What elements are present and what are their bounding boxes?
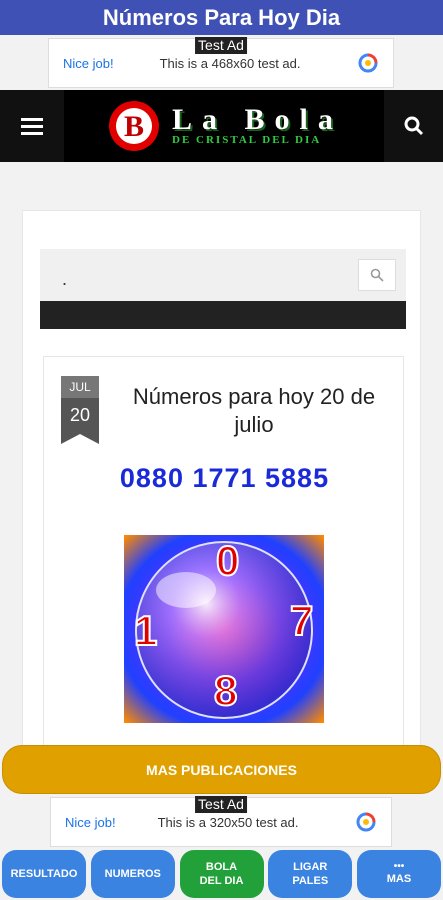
search-icon <box>370 268 384 282</box>
ball-number-1: 1 <box>133 606 158 655</box>
date-badge: JUL 20 <box>61 376 99 444</box>
ribbon-tail-icon <box>61 432 99 444</box>
more-dots-icon: ••• <box>393 861 405 872</box>
nav-resultado-button[interactable]: RESULTADO <box>2 850 86 898</box>
ball-number-0: 0 <box>215 536 240 585</box>
site-header: B La Bola DE CRISTAL DEL DIA <box>0 90 443 162</box>
adchoices-icon[interactable] <box>355 811 377 833</box>
site-logo[interactable]: B La Bola DE CRISTAL DEL DIA <box>64 90 384 162</box>
post-numbers: 0880 1771 5885 <box>119 463 330 493</box>
post-card[interactable]: JUL 20 Números para hoy 20 de julio 0880… <box>43 356 404 751</box>
bottom-banner-ad[interactable]: Test Ad Nice job! This is a 320x50 test … <box>50 796 392 847</box>
menu-button[interactable] <box>0 90 64 162</box>
content-card: . JUL 20 Números para hoy 20 de julio 08… <box>22 210 421 751</box>
nav-ligar-label-2: PALES <box>292 875 329 887</box>
ad-text: This is a 468x60 test ad. <box>159 55 301 71</box>
search-submit-button[interactable] <box>358 259 396 291</box>
nav-bola-label-1: BOLA <box>205 861 238 873</box>
ball-number-2: 7 <box>289 596 314 645</box>
app-title: Números Para Hoy Dia <box>102 4 341 30</box>
ball-number-3: 8 <box>213 666 238 715</box>
nav-mas-label: MAS <box>386 873 412 885</box>
ad-nice-text: Nice job! <box>63 55 114 71</box>
header-search-button[interactable] <box>384 90 443 162</box>
search-panel: . <box>40 249 406 301</box>
ad-text: This is a 320x50 test ad. <box>157 814 299 830</box>
nav-resultado-label: RESULTADO <box>10 868 78 880</box>
ad-tag: Test Ad <box>195 37 247 54</box>
logo-main-text: La Bola <box>172 103 343 136</box>
nav-ligar-label-1: LIGAR <box>293 861 328 873</box>
top-banner-ad[interactable]: Test Ad Nice job! This is a 468x60 test … <box>48 37 394 88</box>
nav-bola-label-2: DEL DIA <box>199 875 244 887</box>
adchoices-icon[interactable] <box>357 52 379 74</box>
ad-tag: Test Ad <box>195 796 247 813</box>
search-field[interactable]: . <box>62 269 67 290</box>
mas-publicaciones-button[interactable]: MAS PUBLICACIONES <box>2 745 441 794</box>
app-title-bar: Números Para Hoy Dia <box>0 0 443 35</box>
nav-numeros-button[interactable]: NUMEROS <box>90 850 175 898</box>
nav-numeros-label: NUMEROS <box>104 868 161 880</box>
nav-bola-del-dia-button[interactable]: BOLA DEL DIA <box>179 850 264 898</box>
nav-mas-button[interactable]: ••• MAS <box>357 850 441 898</box>
bottom-navigation: RESULTADO NUMEROS BOLA DEL DIA LIGAR PAL… <box>0 850 443 900</box>
search-icon <box>404 116 423 136</box>
post-title[interactable]: Números para hoy 20 de julio <box>114 383 394 439</box>
nav-ligar-pales-button[interactable]: LIGAR PALES <box>268 850 353 898</box>
hamburger-icon <box>21 118 43 135</box>
nav-strip <box>40 301 406 329</box>
date-day: 20 <box>61 398 99 432</box>
ad-nice-text: Nice job! <box>65 814 116 830</box>
logo-sub-text: DE CRISTAL DEL DIA <box>172 134 322 146</box>
svg-text:B: B <box>124 110 144 143</box>
date-month: JUL <box>61 376 99 398</box>
